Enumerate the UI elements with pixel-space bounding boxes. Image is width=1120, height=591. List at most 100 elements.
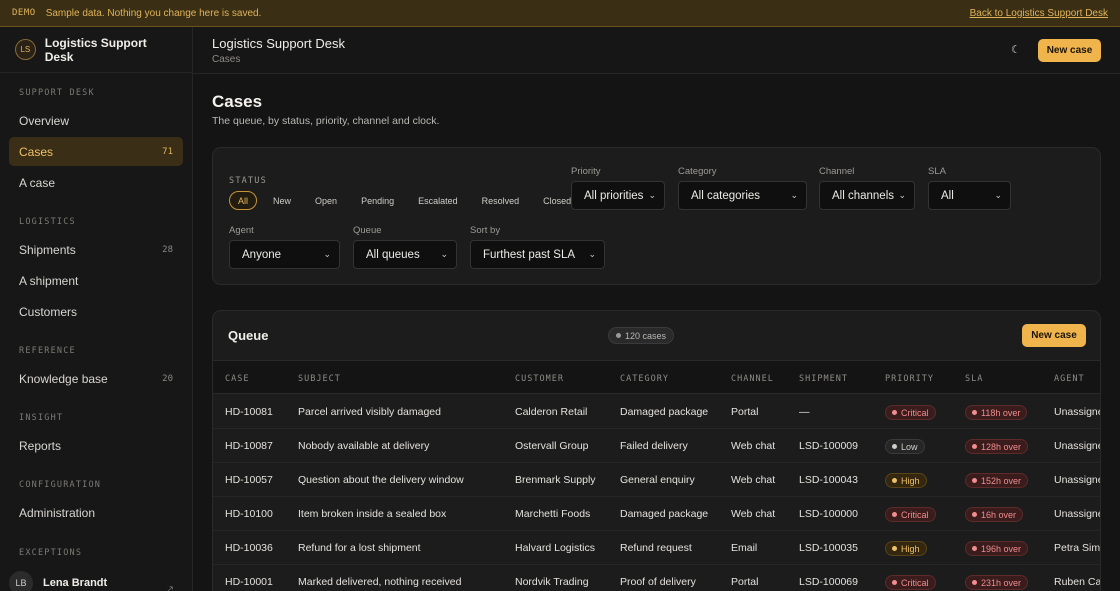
sla-badge: 118h over xyxy=(965,405,1028,420)
sla-value: All xyxy=(941,189,954,202)
sla-label: 196h over xyxy=(981,543,1022,554)
filters-panel: STATUS All New Open Pending Escalated Re… xyxy=(212,147,1101,285)
column-header-sla[interactable]: SLA xyxy=(965,374,983,384)
priority-select[interactable]: All priorities ⌄ xyxy=(571,181,665,210)
nav-section-reference: REFERENCE xyxy=(19,346,76,356)
status-chip-new[interactable]: New xyxy=(265,191,299,210)
dot-icon xyxy=(892,410,897,415)
cell-subject: Refund for a lost shipment xyxy=(298,542,421,554)
cell-shipment: LSD-100043 xyxy=(799,474,858,486)
expand-icon[interactable]: ⤢ xyxy=(164,585,173,591)
sidebar-item-a-shipment[interactable]: A shipment xyxy=(9,266,183,295)
sidebar-item-shipments[interactable]: Shipments 28 xyxy=(9,235,183,264)
sidebar-item-reports[interactable]: Reports xyxy=(9,431,183,460)
nav-section-support-desk: SUPPORT DESK xyxy=(19,88,95,98)
topbar: Logistics Support Desk Cases ☾ New case xyxy=(193,27,1120,74)
sidebar-item-label: Customers xyxy=(19,304,78,319)
sidebar-item-label: Reports xyxy=(19,438,62,453)
demo-banner-text: Sample data. Nothing you change here is … xyxy=(45,7,262,19)
cell-channel: Web chat xyxy=(731,440,776,452)
sort-value: Furthest past SLA xyxy=(483,248,576,261)
cell-customer: Marchetti Foods xyxy=(515,508,591,520)
agent-select[interactable]: Anyone ⌄ xyxy=(229,240,340,269)
table-row[interactable]: HD-10001 Marked delivered, nothing receiv… xyxy=(213,565,1101,591)
sidebar-item-count: 71 xyxy=(162,146,173,157)
channel-value: All channels xyxy=(832,189,895,202)
topbar-title: Logistics Support Desk xyxy=(212,36,345,51)
sidebar-item-a-case[interactable]: A case xyxy=(9,168,183,197)
breadcrumb[interactable]: Cases xyxy=(212,54,240,65)
sidebar-item-cases[interactable]: Cases 71 xyxy=(9,137,183,166)
chevron-down-icon: ⌄ xyxy=(648,190,656,200)
column-header-case[interactable]: CASE xyxy=(225,374,249,384)
column-header-channel[interactable]: CHANNEL xyxy=(731,374,774,384)
status-chip-open[interactable]: Open xyxy=(307,191,345,210)
cell-agent: Ruben Castro xyxy=(1054,576,1101,588)
sidebar: LS Logistics Support Desk SUPPORT DESK O… xyxy=(0,27,193,591)
cell-subject: Question about the delivery window xyxy=(298,474,464,486)
table-row[interactable]: HD-10081 Parcel arrived visibly damaged Ca… xyxy=(213,395,1100,429)
column-header-shipment[interactable]: SHIPMENT xyxy=(799,374,848,384)
status-chip-pending[interactable]: Pending xyxy=(353,191,402,210)
cell-channel: Web chat xyxy=(731,474,776,486)
column-header-subject[interactable]: SUBJECT xyxy=(298,374,341,384)
sort-select[interactable]: Furthest past SLA ⌄ xyxy=(470,240,605,269)
queue-label: Queue xyxy=(353,225,382,236)
chevron-down-icon: ⌄ xyxy=(323,249,331,259)
cell-category: Refund request xyxy=(620,542,692,554)
sla-select[interactable]: All ⌄ xyxy=(928,181,1011,210)
status-chip-escalated[interactable]: Escalated xyxy=(410,191,466,210)
dot-icon xyxy=(616,333,621,338)
table-row[interactable]: HD-10057 Question about the delivery wind… xyxy=(213,463,1100,497)
status-label: STATUS xyxy=(229,176,267,186)
chevron-down-icon: ⌄ xyxy=(994,190,1002,200)
table-row[interactable]: HD-10087 Nobody available at delivery Oste… xyxy=(213,429,1100,463)
column-header-agent[interactable]: AGENT xyxy=(1054,374,1085,384)
cell-agent: Unassigned xyxy=(1054,508,1100,520)
sla-label: 16h over xyxy=(981,509,1017,520)
cell-case-id: HD-10001 xyxy=(225,576,273,588)
queue-title: Queue xyxy=(228,328,269,343)
cell-case-id: HD-10057 xyxy=(225,474,273,486)
sla-badge: 231h over xyxy=(965,575,1029,590)
table-row[interactable]: HD-10036 Refund for a lost shipment Halvar… xyxy=(213,531,1100,565)
priority-label: Priority xyxy=(571,166,601,177)
column-header-customer[interactable]: CUSTOMER xyxy=(515,374,564,384)
status-chip-resolved[interactable]: Resolved xyxy=(474,191,528,210)
channel-select[interactable]: All channels ⌄ xyxy=(819,181,915,210)
user-menu[interactable]: LB Lena Brandt ⤢ xyxy=(9,571,173,591)
cell-agent: Unassigned xyxy=(1054,474,1100,486)
queue-new-case-button[interactable]: New case xyxy=(1022,324,1086,347)
back-link[interactable]: Back to Logistics Support Desk xyxy=(970,8,1108,19)
cell-channel: Portal xyxy=(731,406,759,418)
sidebar-item-count: 20 xyxy=(162,373,173,384)
sidebar-item-administration[interactable]: Administration xyxy=(9,498,183,527)
sidebar-item-count: 28 xyxy=(162,244,173,255)
sidebar-item-overview[interactable]: Overview xyxy=(9,106,183,135)
case-count: 120 cases xyxy=(625,330,667,341)
cell-subject: Nobody available at delivery xyxy=(298,440,430,452)
nav-section-exceptions: EXCEPTIONS xyxy=(19,548,83,558)
sidebar-item-label: Cases xyxy=(19,144,54,159)
category-select[interactable]: All categories ⌄ xyxy=(678,181,807,210)
sidebar-item-customers[interactable]: Customers xyxy=(9,297,183,326)
cell-customer: Calderon Retail xyxy=(515,406,588,418)
sort-label: Sort by xyxy=(470,225,501,236)
column-header-priority[interactable]: PRIORITY xyxy=(885,374,934,384)
new-case-button[interactable]: New case xyxy=(1038,39,1101,62)
queue-select[interactable]: All queues ⌄ xyxy=(353,240,457,269)
dot-icon xyxy=(892,444,897,449)
priority-value: All priorities xyxy=(584,189,644,202)
channel-label: Channel xyxy=(819,166,855,177)
sidebar-item-knowledge-base[interactable]: Knowledge base 20 xyxy=(9,364,183,393)
column-header-category[interactable]: CATEGORY xyxy=(620,374,669,384)
cell-case-id: HD-10081 xyxy=(225,406,273,418)
queue-value: All queues xyxy=(366,248,420,261)
moon-icon[interactable]: ☾ xyxy=(1011,43,1023,56)
cell-subject: Parcel arrived visibly damaged xyxy=(298,406,441,418)
table-header: CASE SUBJECT CUSTOMER CATEGORY CHANNEL S… xyxy=(213,360,1100,394)
avatar: LB xyxy=(9,571,33,591)
status-chip-all[interactable]: All xyxy=(229,191,258,210)
table-row[interactable]: HD-10100 Item broken inside a sealed box M… xyxy=(213,497,1100,531)
cell-agent: Unassigned xyxy=(1054,406,1100,418)
